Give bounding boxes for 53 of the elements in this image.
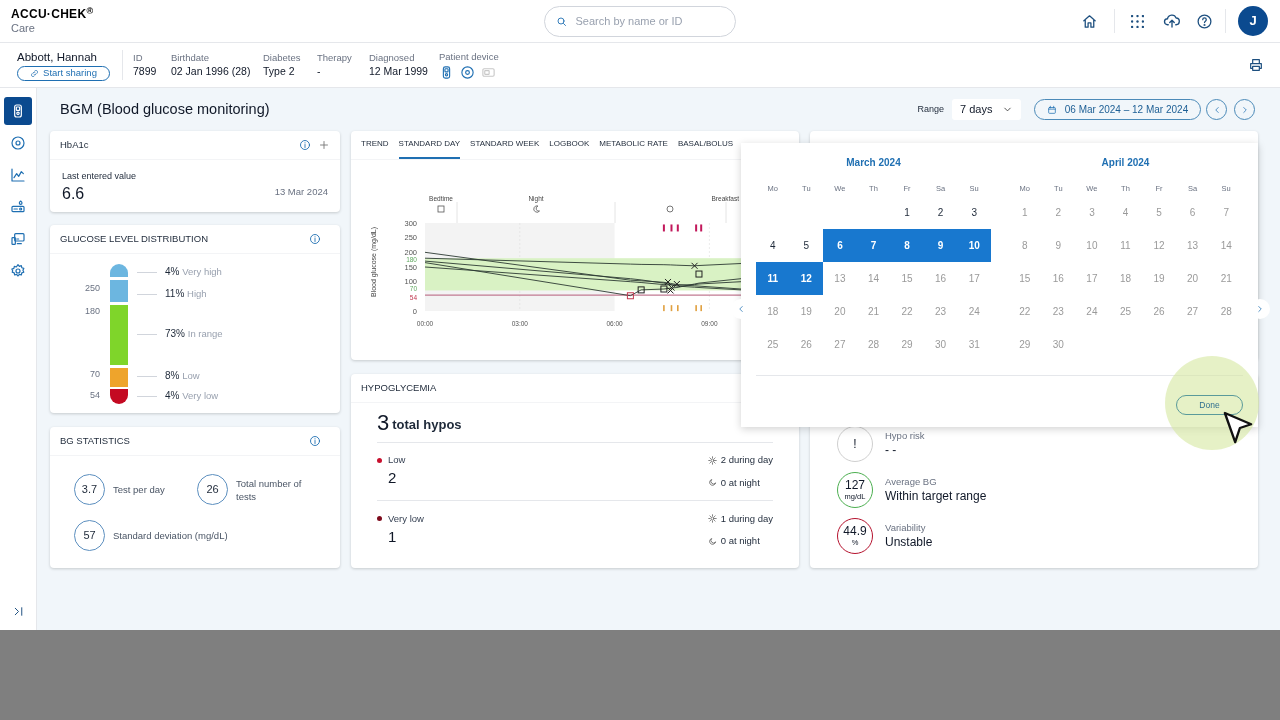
summary-label: Variability [885,522,927,534]
field-label: Birthdate [171,52,210,64]
date-text: 13 Mar 2024 [274,185,328,200]
hypo-count: 1 [388,526,398,547]
logo: ACCU·CHEK$^{®}$ [11,7,95,21]
threshold-label: 180 [84,305,100,318]
stat-label: Standard deviation (mg/dL) [113,529,228,542]
level-text: 73% In range [165,328,223,340]
day-count: 1 during day [720,511,773,526]
summary-label: Hypo risk [885,430,925,442]
total-label: total hypos [392,415,462,434]
threshold-label: 250 [84,282,100,295]
level-text: 8% Low [165,370,200,382]
month-title: April 2024 [1100,156,1151,170]
night-count: 0 at night [720,534,760,548]
field-label: Therapy [317,52,352,64]
summary-value: Unstable [885,534,933,550]
field-value: 12 Mar 1999 [369,64,428,78]
level-text: 11% High [165,288,207,300]
field-label: Patient device [439,50,499,63]
level-text: 4% Very high [165,266,222,278]
night-count: 0 at night [720,475,760,490]
field-value: Type 2 [263,64,295,78]
hba1c-value: 6.6 [62,183,85,204]
page-title: BGM (Blood glucose monitoring) [60,99,270,119]
field-label: Diabetes [263,52,301,64]
field-label: ID [133,52,143,64]
field-label: Diagnosed [369,52,415,64]
field-value: - [317,64,321,78]
row-label: Very low [388,511,424,526]
patient-name: Abbott, Hannah [17,49,98,64]
level-text: 4% Very low [165,390,219,402]
threshold-label: 70 [90,368,100,381]
card-title: BG STATISTICS [60,433,130,448]
month-title: March 2024 [845,156,902,170]
row-label: Low [388,453,406,468]
summary-value: - - [885,442,898,458]
threshold-label: 54 [90,389,100,402]
product-name: Care [11,21,36,35]
day-count: 2 during day [720,453,773,468]
card-title: HYPOGLYCEMIA [361,380,437,395]
hypo-count: 2 [388,468,398,489]
caption: Last entered value [62,170,138,183]
stat-label: Test per day [113,483,165,496]
summary-value: Within target range [885,488,987,504]
total-count: 3 [377,409,390,437]
card-title: HbA1c [60,137,89,152]
card-title: GLUCOSE LEVEL DISTRIBUTION [60,231,208,246]
range-label: Range [917,102,944,116]
summary-label: Average BG [885,476,938,488]
field-value: 02 Jan 1996 (28) [171,64,251,78]
stat-label: Total number of tests [236,476,303,503]
field-value: 7899 [133,64,157,78]
